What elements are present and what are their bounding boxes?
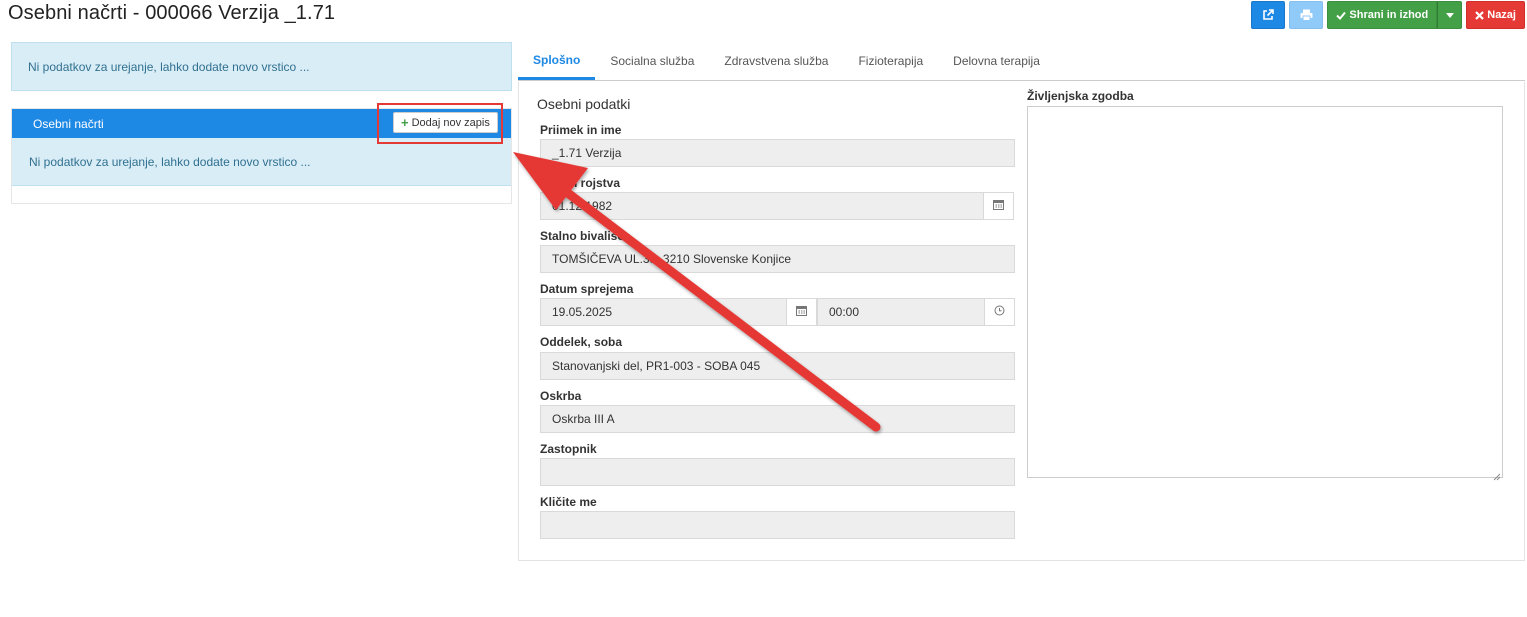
care-label: Oskrba xyxy=(540,389,582,403)
tab-general[interactable]: Splošno xyxy=(518,42,596,80)
back-button[interactable]: Nazaj xyxy=(1466,1,1525,29)
clock-icon xyxy=(994,303,1005,321)
birth-date-calendar-button[interactable] xyxy=(983,192,1014,220)
left-column: Ni podatkov za urejanje, lahko dodate no… xyxy=(11,42,512,91)
right-column: Splošno Socialna služba Zdravstvena služ… xyxy=(518,42,1525,81)
calendar-icon xyxy=(993,197,1004,215)
tab-physiotherapy[interactable]: Fizioterapija xyxy=(843,42,938,80)
representative-label: Zastopnik xyxy=(540,442,597,456)
resize-handle-icon[interactable] xyxy=(1493,468,1525,615)
add-new-record-label: Dodaj nov zapis xyxy=(411,116,490,129)
ward-room-label: Oddelek, soba xyxy=(540,335,623,349)
life-story-label: Življenjska zgodba xyxy=(1027,89,1134,103)
call-me-field[interactable] xyxy=(540,511,1015,539)
admission-date-calendar-button[interactable] xyxy=(786,298,817,326)
representative-field[interactable] xyxy=(540,458,1015,486)
save-and-exit-label: Shrani in izhod xyxy=(1349,9,1429,21)
check-icon xyxy=(1336,11,1347,20)
caret-down-icon xyxy=(1445,12,1454,18)
call-me-label: Kličite me xyxy=(540,495,597,509)
admission-time-field[interactable]: 00:00 xyxy=(817,298,985,326)
panel-title: Osebni načrti xyxy=(33,116,104,131)
back-label: Nazaj xyxy=(1487,9,1516,21)
save-button-group: Shrani in izhod xyxy=(1327,1,1463,29)
print-icon xyxy=(1300,9,1313,21)
ward-room-field[interactable]: Stanovanjski del, PR1-003 - SOBA 045 xyxy=(540,352,1015,380)
section-title: Osebni podatki xyxy=(537,96,631,112)
save-options-dropdown[interactable] xyxy=(1437,1,1463,29)
toolbar: Shrani in izhod Nazaj xyxy=(1251,1,1525,29)
tab-health-service[interactable]: Zdravstvena služba xyxy=(709,42,843,80)
close-icon xyxy=(1475,10,1485,20)
page-title: Osebni načrti - 000066 Verzija _1.71 xyxy=(8,2,336,24)
residence-label: Stalno bivališče xyxy=(540,229,631,243)
residence-field[interactable]: TOMŠIČEVA UL.35, 3210 Slovenske Konjice xyxy=(540,245,1015,273)
plus-icon: + xyxy=(401,115,409,130)
surname-label: Priimek in ime xyxy=(540,123,622,137)
calendar-icon xyxy=(796,303,807,321)
save-and-exit-button[interactable]: Shrani in izhod xyxy=(1327,1,1438,29)
external-link-button[interactable] xyxy=(1251,1,1286,29)
admission-date-label: Datum sprejema xyxy=(540,282,634,296)
personal-plans-panel: Osebni načrti Ni podatkov za urejanje, l… xyxy=(11,108,512,204)
surname-field[interactable]: _1.71 Verzija xyxy=(540,139,1015,167)
care-field[interactable]: Oskrba III A xyxy=(540,405,1015,433)
birth-date-label: Datum rojstva xyxy=(540,176,621,190)
life-story-textarea[interactable] xyxy=(1027,106,1503,478)
tab-occupational-therapy[interactable]: Delovna terapija xyxy=(938,42,1055,80)
admission-time-button[interactable] xyxy=(984,298,1015,326)
page: Osebni načrti - 000066 Verzija _1.71 Shr… xyxy=(0,0,1527,617)
admission-date-field[interactable]: 19.05.2025 xyxy=(540,298,787,326)
panel-info-message: Ni podatkov za urejanje, lahko dodate no… xyxy=(12,138,511,186)
external-link-icon xyxy=(1262,9,1275,21)
print-button[interactable] xyxy=(1289,1,1324,29)
tab-social-service[interactable]: Socialna služba xyxy=(595,42,709,80)
tab-bar: Splošno Socialna služba Zdravstvena služ… xyxy=(518,42,1525,81)
birth-date-field[interactable]: 01.12.1982 xyxy=(540,192,984,220)
add-new-record-button[interactable]: + Dodaj nov zapis xyxy=(393,112,498,133)
top-info-message: Ni podatkov za urejanje, lahko dodate no… xyxy=(11,42,512,91)
